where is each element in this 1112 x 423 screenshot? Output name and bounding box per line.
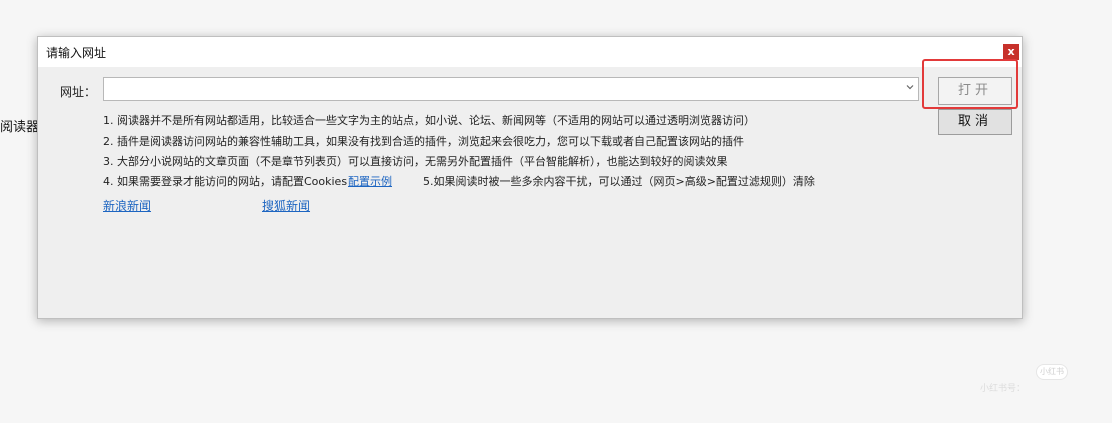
url-input[interactable] — [104, 78, 912, 100]
note-2: 2. 插件是阅读器访问网站的兼容性辅助工具，如果没有找到合适的插件，浏览起来会很… — [103, 135, 744, 148]
chevron-down-icon[interactable] — [904, 82, 916, 96]
close-button[interactable]: x — [1003, 44, 1019, 60]
note-3: 3. 大部分小说网站的文章页面（不是章节列表页）可以直接访问，无需另外配置插件（… — [103, 155, 728, 168]
sina-news-link[interactable]: 新浪新闻 — [103, 197, 151, 214]
cancel-button[interactable]: 取消 — [938, 109, 1012, 135]
note-4: 4. 如果需要登录才能访问的网站，请配置Cookies — [103, 175, 348, 188]
note-1: 1. 阅读器并不是所有网站都适用，比较适合一些文字为主的站点，如小说、论坛、新闻… — [103, 114, 755, 127]
watermark-badge: 小红书 — [1036, 364, 1068, 380]
dialog-titlebar: 请输入网址 x — [38, 37, 1022, 67]
note-5: 5.如果阅读时被一些多余内容干扰，可以通过（网页>高级>配置过滤规则）清除 — [423, 175, 815, 188]
dialog-title: 请输入网址 — [46, 46, 107, 60]
url-label: 网址： — [60, 85, 97, 99]
watermark-text: 小红书号： — [980, 384, 1026, 394]
open-button[interactable]: 打开 — [938, 77, 1012, 105]
url-dialog: 请输入网址 x 网址： 打开 取消 1. 阅读器并不是所有网站都适用，比较适合一… — [37, 36, 1023, 319]
url-combobox[interactable] — [103, 77, 919, 101]
config-example-link[interactable]: 配置示例 — [348, 173, 392, 189]
sohu-news-link[interactable]: 搜狐新闻 — [262, 197, 310, 214]
